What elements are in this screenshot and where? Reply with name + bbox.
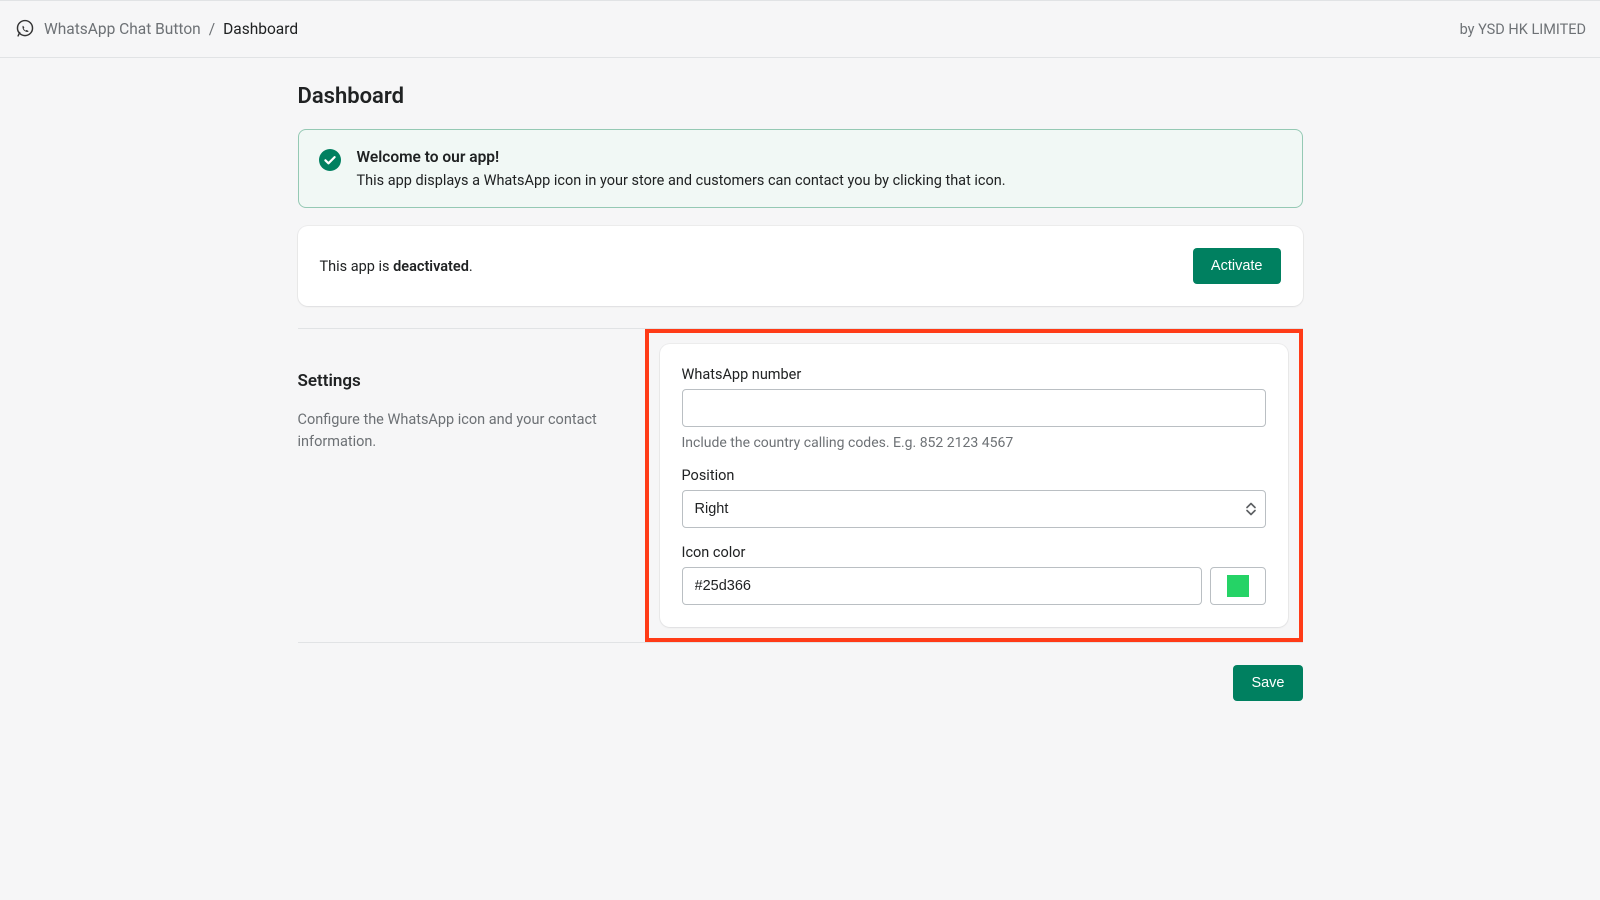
position-select[interactable]: Right	[682, 490, 1266, 528]
banner-body: This app displays a WhatsApp icon in you…	[357, 172, 1006, 189]
color-swatch-button[interactable]	[1210, 567, 1266, 605]
page-title: Dashboard	[298, 84, 1303, 109]
settings-panel: WhatsApp number Include the country call…	[660, 344, 1288, 627]
activate-button[interactable]: Activate	[1193, 248, 1281, 284]
settings-heading: Settings	[298, 371, 623, 391]
field-whatsapp-number: WhatsApp number Include the country call…	[682, 366, 1266, 451]
settings-aside: Settings Configure the WhatsApp icon and…	[298, 329, 623, 642]
status-prefix: This app is	[320, 258, 394, 275]
status-suffix: .	[469, 258, 473, 275]
divider-bottom	[298, 642, 1303, 643]
status-state: deactivated	[393, 258, 469, 275]
settings-section: Settings Configure the WhatsApp icon and…	[298, 329, 1303, 642]
banner-content: Welcome to our app! This app displays a …	[357, 148, 1006, 189]
status-text: This app is deactivated.	[320, 258, 473, 275]
whatsapp-number-help: Include the country calling codes. E.g. …	[682, 435, 1266, 451]
breadcrumb-separator: /	[209, 20, 215, 38]
whatsapp-icon	[14, 18, 36, 40]
breadcrumb-app-name[interactable]: WhatsApp Chat Button	[44, 20, 201, 38]
field-icon-color: Icon color	[682, 544, 1266, 605]
byline: by YSD HK LIMITED	[1460, 21, 1586, 38]
save-button[interactable]: Save	[1233, 665, 1302, 701]
breadcrumb-current: Dashboard	[223, 20, 298, 38]
settings-description: Configure the WhatsApp icon and your con…	[298, 409, 623, 453]
whatsapp-number-label: WhatsApp number	[682, 366, 1266, 383]
field-position: Position Right	[682, 467, 1266, 528]
icon-color-input[interactable]	[682, 567, 1202, 605]
breadcrumb: WhatsApp Chat Button / Dashboard	[14, 18, 298, 40]
top-bar: WhatsApp Chat Button / Dashboard by YSD …	[0, 0, 1600, 58]
settings-panel-highlight: WhatsApp number Include the country call…	[645, 329, 1303, 642]
icon-color-label: Icon color	[682, 544, 1266, 561]
status-card: This app is deactivated. Activate	[298, 226, 1303, 306]
welcome-banner: Welcome to our app! This app displays a …	[298, 129, 1303, 208]
save-row: Save	[298, 665, 1303, 701]
banner-title: Welcome to our app!	[357, 148, 1006, 166]
check-circle-icon	[319, 149, 341, 171]
color-swatch	[1227, 575, 1249, 597]
position-label: Position	[682, 467, 1266, 484]
whatsapp-number-input[interactable]	[682, 389, 1266, 427]
page-content: Dashboard Welcome to our app! This app d…	[298, 58, 1303, 701]
